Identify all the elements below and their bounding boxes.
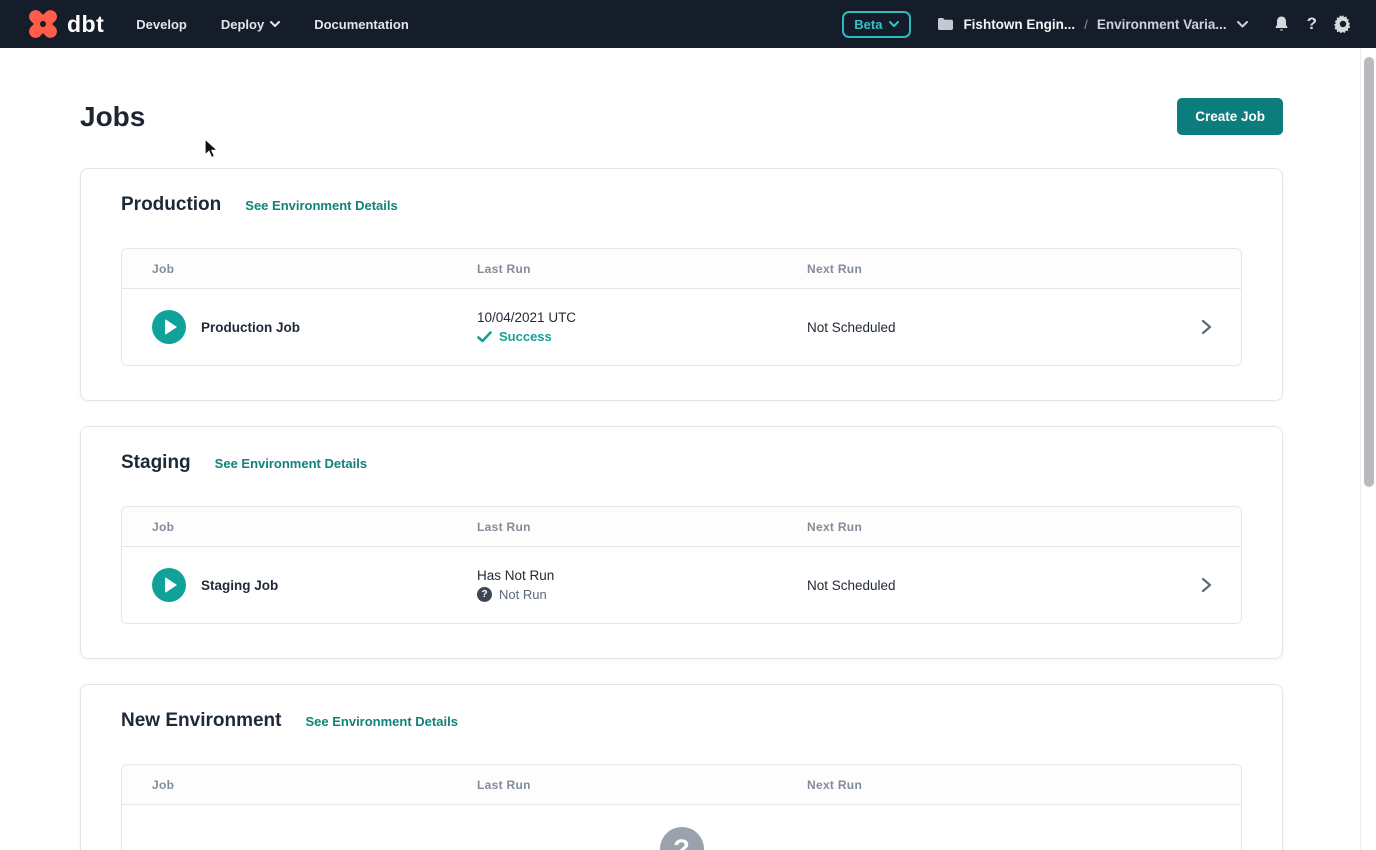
scrollbar-thumb[interactable]	[1364, 57, 1374, 487]
dbt-logo-text: dbt	[67, 11, 104, 38]
column-header-next-run: Next Run	[807, 520, 1241, 534]
jobs-table-header: Job Last Run Next Run	[122, 249, 1241, 289]
environment-card-new-environment: New Environment See Environment Details …	[80, 684, 1283, 850]
column-header-next-run: Next Run	[807, 262, 1241, 276]
jobs-table-header: Job Last Run Next Run	[122, 765, 1241, 805]
column-header-last-run: Last Run	[477, 520, 807, 534]
environment-card-header: Staging See Environment Details	[121, 452, 1242, 474]
environment-card-production: Production See Environment Details Job L…	[80, 168, 1283, 401]
settings-gear-icon[interactable]	[1334, 15, 1352, 33]
see-environment-details-link[interactable]: See Environment Details	[215, 456, 367, 471]
job-name: Staging Job	[201, 578, 278, 593]
beta-label: Beta	[854, 17, 882, 32]
beta-dropdown-button[interactable]: Beta	[842, 11, 911, 38]
column-header-job: Job	[122, 520, 477, 534]
column-header-job: Job	[122, 262, 477, 276]
last-run-date: 10/04/2021 UTC	[477, 310, 807, 325]
breadcrumb-project: Fishtown Engin...	[963, 17, 1075, 32]
empty-jobs-state: ?	[122, 805, 1241, 850]
dbt-logo-icon	[26, 7, 60, 41]
status-label: Not Run	[499, 587, 547, 602]
environment-card-staging: Staging See Environment Details Job Last…	[80, 426, 1283, 659]
jobs-table: Job Last Run Next Run Production Job 10/…	[121, 248, 1242, 366]
create-job-button[interactable]: Create Job	[1177, 98, 1283, 135]
nav-right-group: Beta Fishtown Engin... / Environment Var…	[842, 11, 1352, 38]
top-navigation: dbt Develop Deploy Documentation Beta Fi…	[0, 0, 1376, 48]
page-title-row: Jobs Create Job	[80, 98, 1283, 135]
scrollbar-track[interactable]	[1360, 48, 1376, 850]
check-icon	[477, 331, 492, 343]
chevron-down-icon	[889, 21, 899, 27]
chevron-down-icon	[270, 21, 280, 27]
dbt-logo[interactable]: dbt	[26, 7, 104, 41]
see-environment-details-link[interactable]: See Environment Details	[245, 198, 397, 213]
job-row-production-job[interactable]: Production Job 10/04/2021 UTC Success No…	[122, 289, 1241, 365]
chevron-right-icon	[1200, 319, 1213, 335]
last-run-status: Success	[477, 329, 807, 344]
next-run-value: Not Scheduled	[807, 578, 1241, 593]
environment-name: Staging	[121, 452, 191, 474]
next-run-value: Not Scheduled	[807, 320, 1241, 335]
jobs-table: Job Last Run Next Run Staging Job Has No…	[121, 506, 1242, 624]
environment-name: New Environment	[121, 710, 281, 732]
environment-card-header: New Environment See Environment Details	[121, 710, 1242, 732]
jobs-table-header: Job Last Run Next Run	[122, 507, 1241, 547]
jobs-table: Job Last Run Next Run ?	[121, 764, 1242, 850]
run-job-play-button[interactable]	[152, 568, 186, 602]
chevron-down-icon	[1237, 21, 1247, 27]
breadcrumb-separator: /	[1084, 17, 1088, 32]
job-name: Production Job	[201, 320, 300, 335]
question-circle-icon: ?	[660, 827, 704, 850]
nav-item-deploy[interactable]: Deploy	[221, 17, 280, 32]
column-header-last-run: Last Run	[477, 262, 807, 276]
run-job-play-button[interactable]	[152, 310, 186, 344]
nav-item-deploy-label: Deploy	[221, 17, 264, 32]
environment-card-header: Production See Environment Details	[121, 194, 1242, 216]
nav-item-develop[interactable]: Develop	[136, 17, 187, 32]
column-header-next-run: Next Run	[807, 778, 1241, 792]
column-header-last-run: Last Run	[477, 778, 807, 792]
last-run-status: ? Not Run	[477, 587, 807, 602]
question-circle-icon: ?	[477, 587, 492, 602]
last-run-date: Has Not Run	[477, 568, 807, 583]
breadcrumb-section: Environment Varia...	[1097, 17, 1227, 32]
play-icon	[165, 319, 177, 335]
nav-item-documentation-label: Documentation	[314, 17, 409, 32]
notifications-bell-icon[interactable]	[1273, 15, 1290, 33]
environment-name: Production	[121, 194, 221, 216]
chevron-right-icon	[1200, 577, 1213, 593]
nav-item-develop-label: Develop	[136, 17, 187, 32]
jobs-page: Jobs Create Job Production See Environme…	[80, 98, 1283, 850]
folder-icon	[937, 17, 954, 31]
play-icon	[165, 577, 177, 593]
job-row-staging-job[interactable]: Staging Job Has Not Run ? Not Run Not Sc…	[122, 547, 1241, 623]
see-environment-details-link[interactable]: See Environment Details	[305, 714, 457, 729]
nav-utility-icons: ?	[1273, 14, 1352, 34]
help-icon[interactable]: ?	[1307, 14, 1317, 34]
main-nav: Develop Deploy Documentation	[136, 17, 409, 32]
project-breadcrumb-dropdown[interactable]: Fishtown Engin... / Environment Varia...	[937, 17, 1246, 32]
column-header-job: Job	[122, 778, 477, 792]
status-label: Success	[499, 329, 552, 344]
page-title: Jobs	[80, 101, 145, 133]
nav-item-documentation[interactable]: Documentation	[314, 17, 409, 32]
